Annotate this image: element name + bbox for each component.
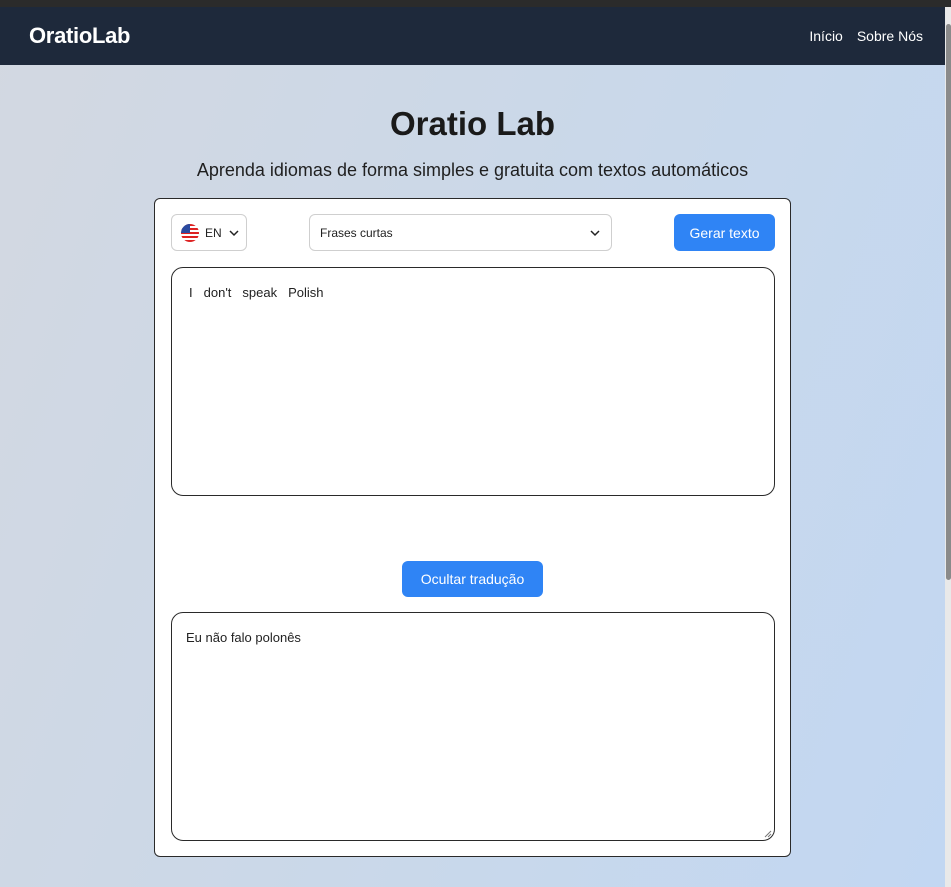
us-flag-icon: [181, 223, 199, 242]
generate-text-button[interactable]: Gerar texto: [674, 214, 775, 251]
hide-translation-button[interactable]: Ocultar tradução: [402, 561, 543, 597]
page-subtitle: Aprenda idiomas de forma simples e gratu…: [196, 160, 749, 180]
nav-link-inicio[interactable]: Início: [809, 28, 842, 44]
navbar: OratioLab Início Sobre Nós: [0, 7, 951, 65]
brand-logo[interactable]: OratioLab: [29, 23, 131, 49]
nav-link-sobre-nos[interactable]: Sobre Nós: [857, 28, 923, 44]
source-text-box[interactable]: I don't speak Polish: [171, 267, 775, 496]
resize-handle-icon[interactable]: [764, 830, 772, 838]
browser-top-strip: [0, 0, 951, 7]
chevron-down-icon: [590, 229, 600, 236]
text-mode-value: Frases curtas: [320, 225, 393, 240]
chevron-down-icon: [229, 229, 239, 236]
word[interactable]: don't: [204, 285, 232, 300]
language-code: EN: [205, 225, 222, 240]
main-card: EN Frases curtas Gerar texto I don't spe…: [154, 198, 791, 857]
language-select[interactable]: EN: [171, 214, 247, 251]
text-mode-select[interactable]: Frases curtas: [309, 214, 612, 251]
word[interactable]: Polish: [288, 285, 323, 300]
translation-text: Eu não falo polonês: [186, 630, 301, 645]
scrollbar-thumb[interactable]: [946, 24, 951, 580]
page-title: Oratio Lab: [389, 105, 556, 142]
translation-text-area[interactable]: Eu não falo polonês: [171, 612, 775, 841]
word[interactable]: speak: [242, 285, 277, 300]
nav-links: Início Sobre Nós: [809, 28, 923, 44]
word[interactable]: I: [189, 285, 193, 300]
source-text: I don't speak Polish: [189, 285, 324, 300]
